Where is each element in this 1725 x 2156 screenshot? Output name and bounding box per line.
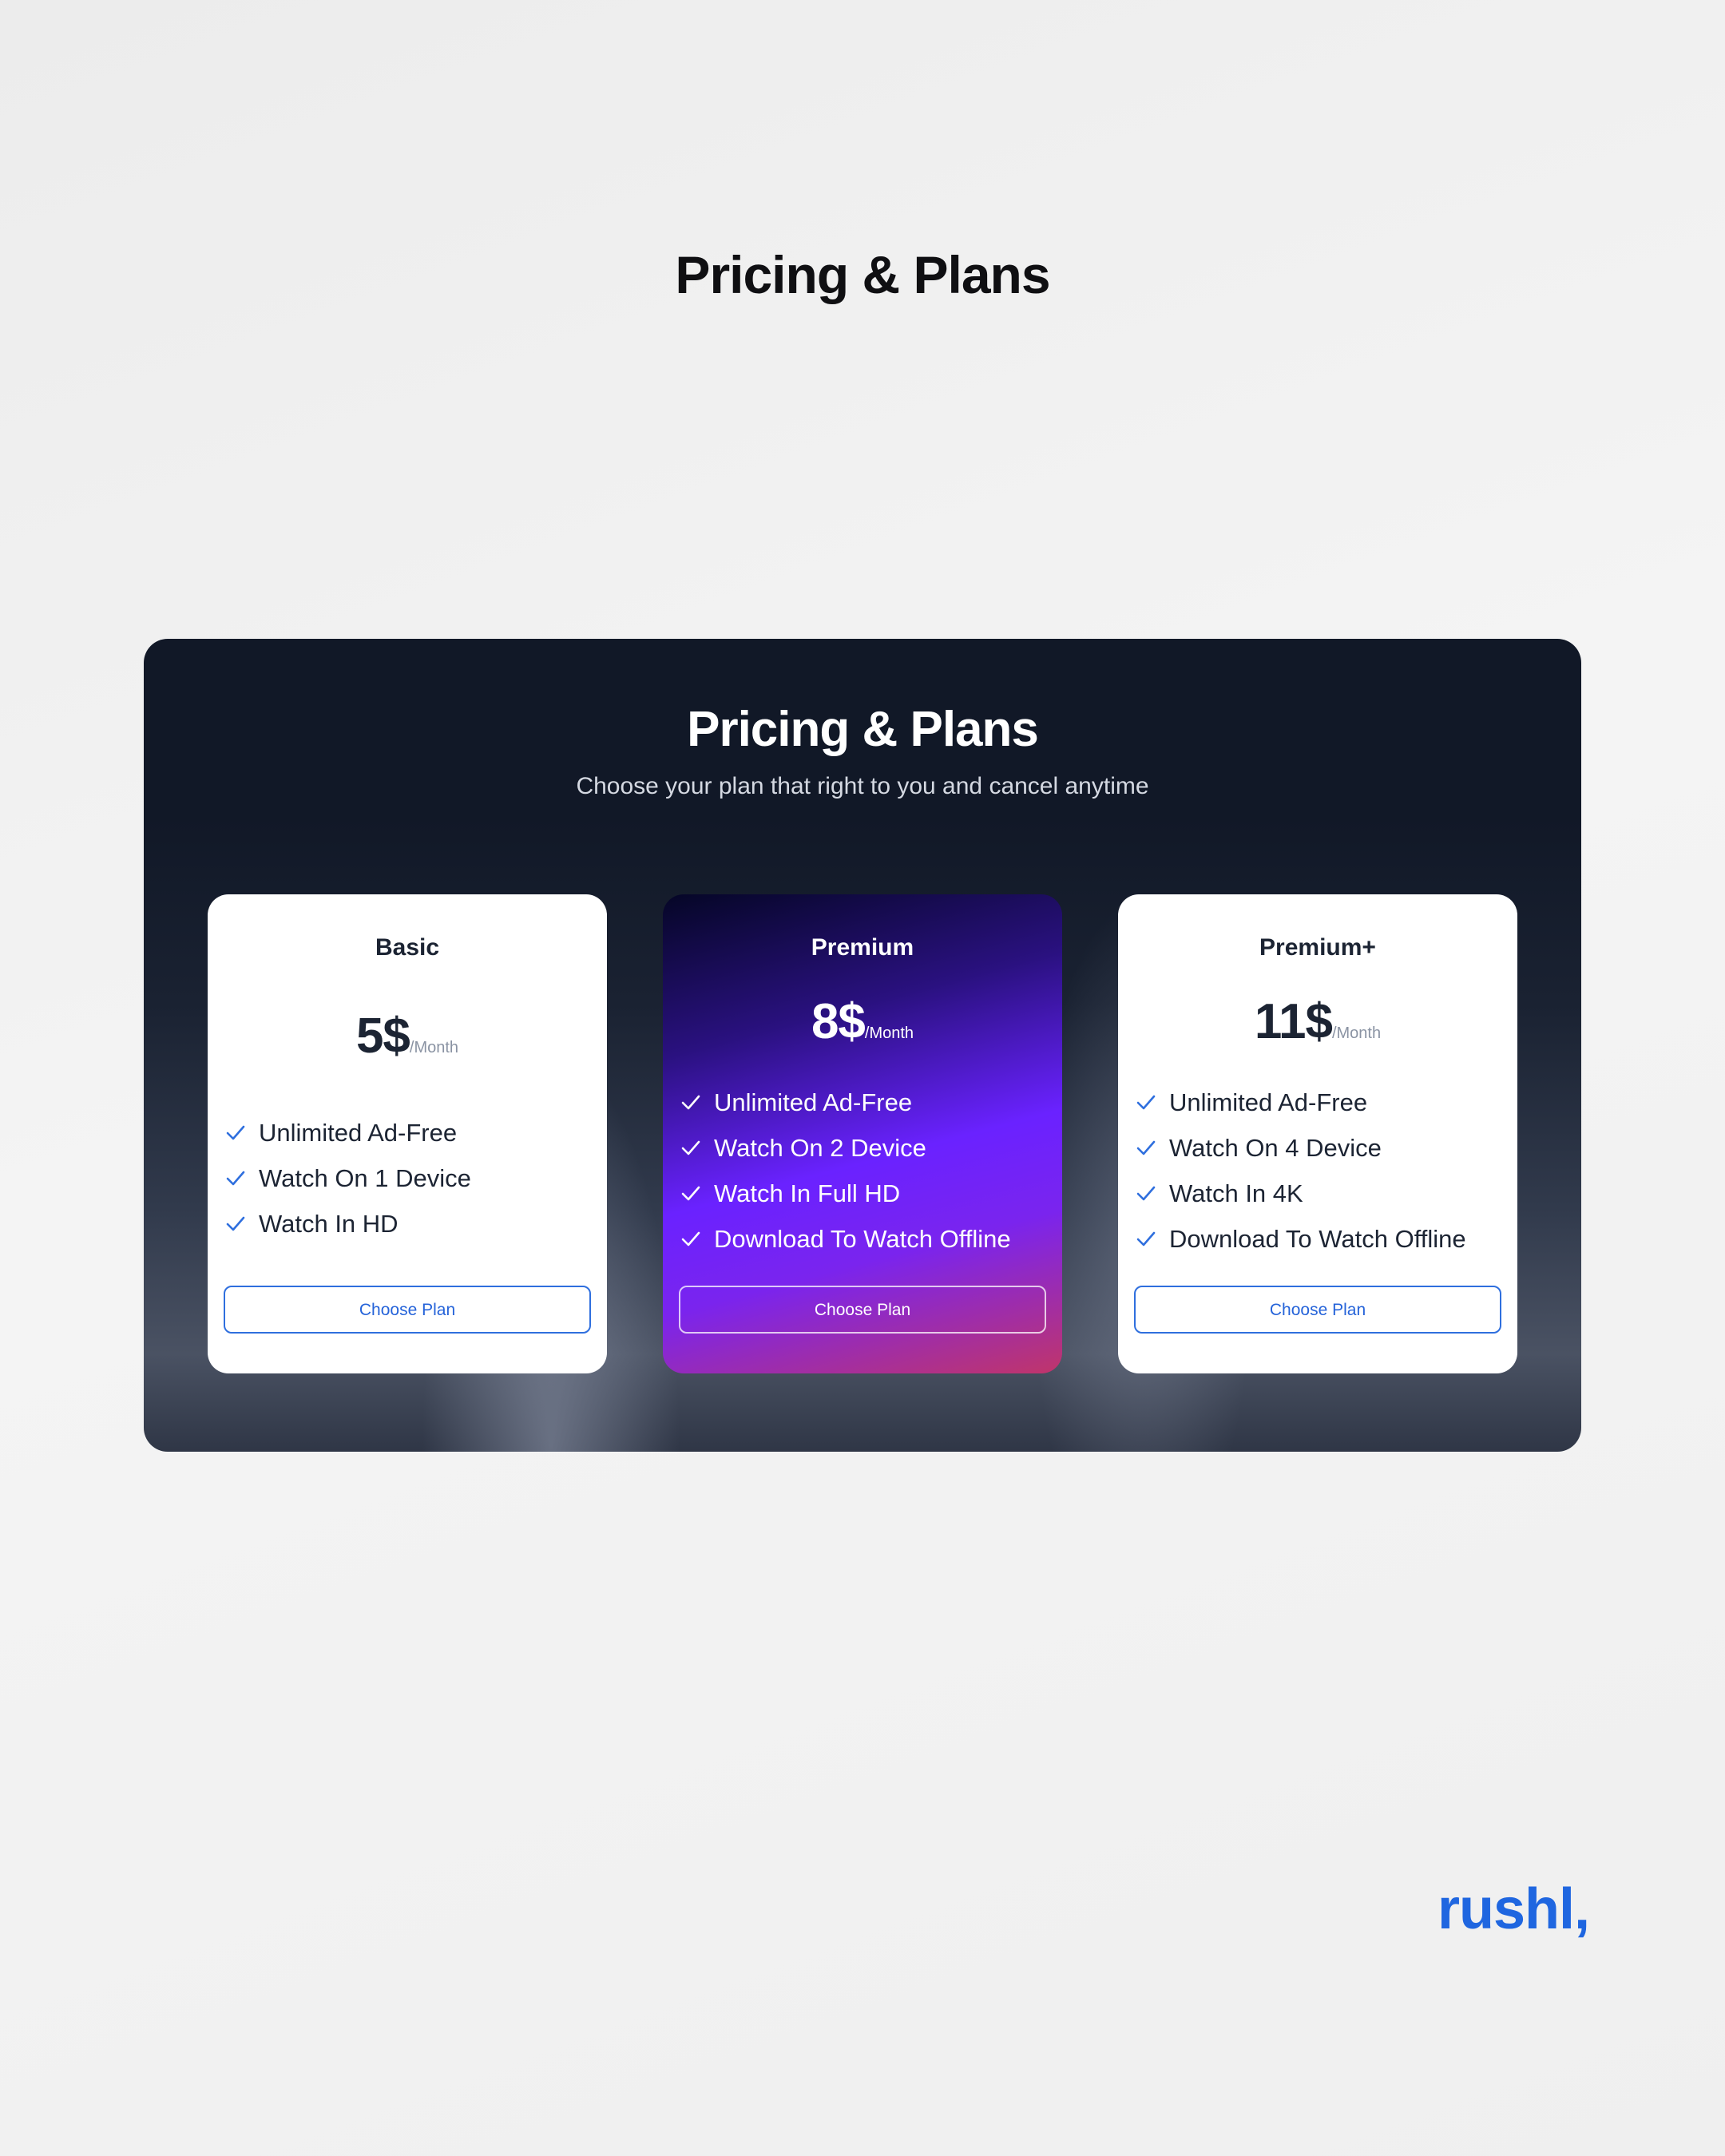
- price-period: /Month: [409, 1039, 459, 1056]
- plan-card-premium-plus: Premium+ 11$/Month Unlimited Ad-Free Wat…: [1118, 894, 1517, 1373]
- plan-price: 8$/Month: [663, 993, 1062, 1050]
- feature-label: Unlimited Ad-Free: [1169, 1088, 1368, 1116]
- plan-card-premium: Premium 8$/Month Unlimited Ad-Free Watch…: [663, 894, 1062, 1373]
- price-period: /Month: [864, 1024, 914, 1042]
- check-icon: [225, 1124, 259, 1142]
- plan-name: Premium+: [1259, 934, 1376, 961]
- plan-name: Premium: [811, 934, 914, 961]
- feature-item: Download To Watch Offline: [680, 1216, 1054, 1262]
- feature-item: Unlimited Ad-Free: [1136, 1080, 1509, 1125]
- feature-item: Watch On 1 Device: [225, 1155, 599, 1201]
- choose-plan-button-premium-plus[interactable]: Choose Plan: [1134, 1286, 1501, 1334]
- feature-item: Watch On 4 Device: [1136, 1125, 1509, 1171]
- check-icon: [1136, 1139, 1169, 1157]
- feature-label: Watch On 1 Device: [259, 1163, 471, 1192]
- price-period: /Month: [1331, 1024, 1382, 1042]
- feature-label: Watch In Full HD: [714, 1179, 901, 1207]
- feature-item: Download To Watch Offline: [1136, 1216, 1509, 1262]
- check-icon: [1136, 1231, 1169, 1248]
- feature-list: Unlimited Ad-Free Watch On 4 Device Watc…: [1136, 1080, 1509, 1262]
- feature-label: Download To Watch Offline: [1169, 1224, 1466, 1253]
- feature-item: Unlimited Ad-Free: [225, 1110, 599, 1155]
- feature-label: Watch On 2 Device: [714, 1133, 926, 1162]
- check-icon: [1136, 1185, 1169, 1203]
- feature-label: Unlimited Ad-Free: [714, 1088, 913, 1116]
- check-icon: [680, 1139, 714, 1157]
- price-amount: 8$: [811, 994, 866, 1049]
- plan-name: Basic: [375, 934, 440, 961]
- price-amount: 5$: [355, 1009, 410, 1064]
- panel-subtitle: Choose your plan that right to you and c…: [576, 773, 1149, 799]
- feature-label: Watch In 4K: [1169, 1179, 1303, 1207]
- feature-list: Unlimited Ad-Free Watch On 1 Device Watc…: [225, 1110, 599, 1246]
- page-title: Pricing & Plans: [675, 245, 1050, 304]
- feature-label: Unlimited Ad-Free: [259, 1118, 458, 1147]
- check-icon: [1136, 1094, 1169, 1112]
- feature-item: Watch On 2 Device: [680, 1125, 1054, 1171]
- feature-item: Watch In 4K: [1136, 1171, 1509, 1216]
- check-icon: [680, 1094, 714, 1112]
- choose-plan-button-basic[interactable]: Choose Plan: [224, 1286, 591, 1334]
- feature-label: Watch On 4 Device: [1169, 1133, 1382, 1162]
- plan-price: 5$/Month: [208, 1008, 607, 1064]
- feature-item: Watch In HD: [225, 1201, 599, 1246]
- feature-item: Unlimited Ad-Free: [680, 1080, 1054, 1125]
- pricing-panel: Pricing & Plans Choose your plan that ri…: [144, 639, 1581, 1452]
- check-icon: [680, 1231, 714, 1248]
- price-amount: 11$: [1254, 994, 1333, 1049]
- feature-label: Download To Watch Offline: [714, 1224, 1011, 1253]
- plan-card-basic: Basic 5$/Month Unlimited Ad-Free Watch O…: [208, 894, 607, 1373]
- feature-list: Unlimited Ad-Free Watch On 2 Device Watc…: [680, 1080, 1054, 1262]
- check-icon: [225, 1170, 259, 1187]
- check-icon: [680, 1185, 714, 1203]
- check-icon: [225, 1215, 259, 1233]
- choose-plan-button-premium[interactable]: Choose Plan: [679, 1286, 1046, 1334]
- plan-price: 11$/Month: [1118, 993, 1517, 1050]
- feature-label: Watch In HD: [259, 1209, 399, 1238]
- feature-item: Watch In Full HD: [680, 1171, 1054, 1216]
- brand-logo: rushl,: [1438, 1877, 1590, 1941]
- panel-title: Pricing & Plans: [687, 702, 1039, 757]
